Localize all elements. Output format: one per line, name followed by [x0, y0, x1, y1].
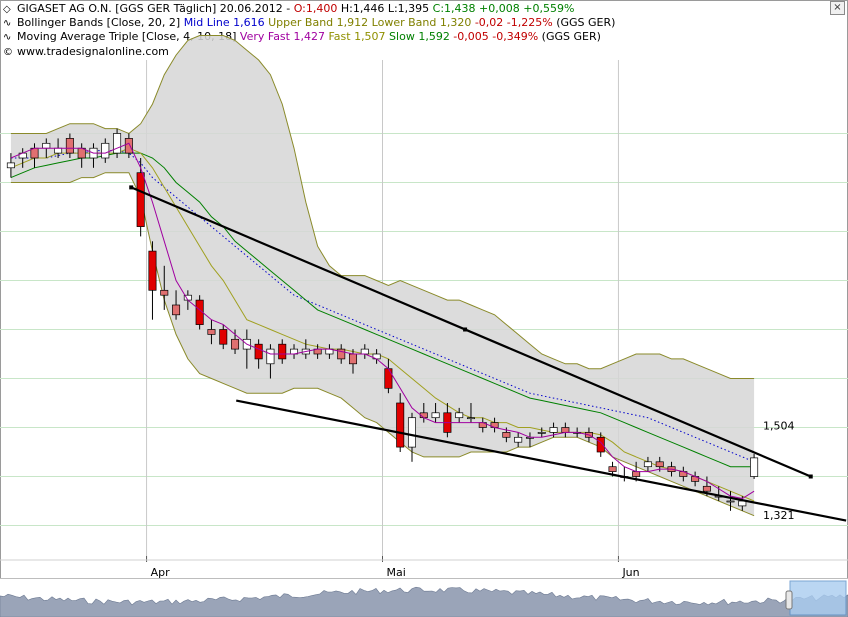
candle-body: [172, 304, 181, 316]
candle-body: [219, 329, 228, 345]
price-chart: Apr Mai Jun 1,504 1,321: [0, 35, 848, 578]
candle-body: [266, 348, 275, 365]
price-label-lower: 1,321: [763, 509, 795, 522]
candle-body: [455, 412, 464, 419]
candle-body: [632, 471, 641, 477]
candle-body: [608, 466, 617, 472]
candle-body: [278, 343, 287, 360]
candle-body: [101, 142, 110, 159]
navigator-window[interactable]: [789, 580, 847, 616]
candle-body: [431, 412, 440, 419]
candle-body: [549, 427, 558, 433]
navigator-handle[interactable]: [785, 590, 793, 610]
candle-body: [396, 402, 405, 448]
candle-body: [207, 329, 216, 335]
x-tick-label: Apr: [151, 566, 171, 578]
candle-body: [160, 289, 169, 296]
candle-body: [561, 427, 570, 433]
navigator-bar[interactable]: [0, 578, 848, 617]
x-tick-label: Mai: [387, 566, 406, 578]
candle-body: [514, 436, 523, 443]
candle-body: [124, 138, 133, 154]
candle-body: [148, 250, 157, 291]
price-label-upper: 1,504: [763, 420, 795, 433]
candle-body: [6, 162, 15, 169]
candle-body: [113, 133, 122, 154]
candle-body: [136, 172, 145, 227]
candle-body: [466, 417, 475, 420]
candle-body: [65, 138, 74, 154]
candle-body: [231, 338, 240, 350]
candle-body: [407, 417, 416, 448]
candle-body: [643, 461, 652, 468]
resistance-trendline-handle: [129, 185, 134, 190]
candle-body: [54, 147, 63, 154]
candle-body: [360, 348, 369, 355]
candle-body: [702, 485, 711, 492]
candle-body: [254, 343, 263, 360]
candle-body: [750, 457, 759, 477]
candle-body: [349, 353, 358, 365]
candle-body: [726, 500, 735, 503]
candle-body: [384, 368, 393, 389]
candle-body: [42, 142, 51, 149]
x-tick-label: Jun: [621, 566, 639, 578]
candle-body: [655, 461, 664, 468]
resistance-trendline-handle: [463, 327, 468, 332]
candle-body: [537, 432, 546, 434]
candle-body: [502, 432, 511, 438]
resistance-trendline-handle: [808, 474, 813, 479]
